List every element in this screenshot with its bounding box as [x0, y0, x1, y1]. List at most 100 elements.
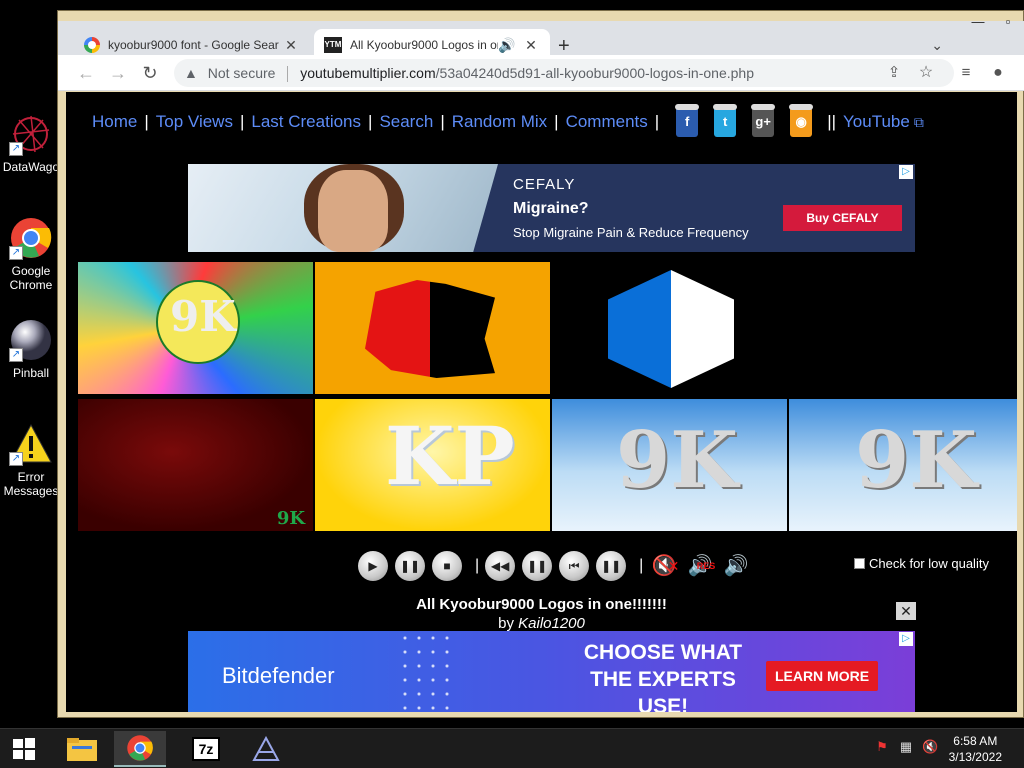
torn-flag-shape — [365, 280, 495, 378]
security-label: Not secure — [207, 65, 276, 81]
stop-button[interactable]: ■ — [432, 551, 462, 581]
nav-comments[interactable]: Comments — [566, 112, 648, 132]
video-thumbnail[interactable] — [552, 262, 787, 394]
volume-icon[interactable]: 🔊 — [721, 551, 751, 581]
nav-random-mix[interactable]: Random Mix — [452, 112, 547, 132]
close-icon[interactable]: ✕ — [282, 37, 300, 54]
previous-button[interactable]: ⏮ — [559, 551, 590, 581]
external-link-icon: ⧉ — [913, 113, 924, 130]
profile-avatar-icon[interactable]: ● — [986, 61, 1010, 85]
ad-headline: Migraine? — [513, 200, 589, 217]
warning-triangle-icon: ▲ — [184, 65, 198, 81]
window-controls: — ▫ — [963, 11, 1023, 33]
url-host: youtubemultiplier.com — [300, 65, 436, 81]
google-plus-icon[interactable]: g+ — [751, 104, 776, 137]
back-icon[interactable]: ← — [74, 61, 98, 85]
thumbnail-caption: 9K — [855, 415, 978, 506]
taskbar-file-explorer[interactable] — [56, 731, 108, 767]
pause-all-button[interactable]: ❚❚ — [522, 551, 553, 581]
hexagon-shape — [608, 270, 734, 388]
thumbnail-caption: 9K — [616, 415, 739, 506]
pause-alt-button[interactable]: ❚❚ — [596, 551, 627, 581]
volume-muted-icon[interactable]: 🔇 — [922, 739, 938, 755]
adchoices-icon[interactable]: ▷ — [899, 632, 913, 646]
video-thumbnail[interactable]: 9K — [552, 399, 787, 531]
clock-date: 3/13/2022 — [948, 750, 1002, 764]
maximize-button[interactable]: ▫ — [993, 11, 1023, 33]
nav-separator: | — [239, 112, 245, 131]
video-thumbnail[interactable]: 9K — [78, 262, 313, 394]
ad-cta-button[interactable]: Buy CEFALY — [783, 205, 902, 231]
checkbox[interactable] — [854, 558, 865, 569]
ad-cta-button[interactable]: LEARN MORE — [766, 661, 878, 691]
taskbar-app[interactable] — [240, 731, 292, 767]
browser-toolbar: ← → ↻ ▲ Not secure youtubemultiplier.com… — [58, 55, 1024, 91]
nav-top-views[interactable]: Top Views — [156, 112, 233, 132]
nav-home[interactable]: Home — [92, 112, 137, 132]
thumbnail-caption: 9K — [276, 508, 305, 529]
facebook-icon[interactable]: f — [675, 104, 700, 137]
tab-title: kyoobur9000 font - Google Sear — [108, 38, 279, 52]
ad-close-button[interactable]: ✕ — [896, 602, 916, 620]
low-quality-checkbox[interactable]: Check for low quality — [854, 556, 989, 571]
ad-banner-cefaly[interactable]: CEFALY Migraine? Stop Migraine Pain & Re… — [188, 164, 915, 252]
pause-button[interactable]: ❚❚ — [395, 551, 425, 581]
url-path: /53a04240d5d91-all-kyoobur9000-logos-in-… — [435, 65, 754, 81]
nav-separator: || — [827, 112, 837, 131]
tab-search-chevron-icon[interactable]: ⌄ — [931, 37, 943, 54]
address-bar[interactable]: ▲ Not secure youtubemultiplier.com/53a04… — [174, 59, 954, 87]
ad-brand: Bitdefender — [222, 663, 335, 688]
play-button[interactable]: ▶ — [358, 551, 388, 581]
nav-youtube[interactable]: YouTube — [843, 112, 910, 132]
chrome-icon: ↗ — [9, 216, 53, 260]
ad-banner-bitdefender[interactable]: Bitdefender CHOOSE WHAT THE EXPERTS USE!… — [188, 631, 915, 712]
forward-icon[interactable]: → — [106, 61, 130, 85]
app-icon — [252, 736, 280, 761]
byline-author[interactable]: Kailo1200 — [518, 615, 585, 632]
bookmark-star-icon[interactable]: ☆ — [914, 61, 938, 85]
desktop-icon-label: Error Messages — [3, 470, 59, 498]
nav-search[interactable]: Search — [379, 112, 433, 132]
nav-separator: | — [144, 112, 149, 131]
close-icon[interactable]: ✕ — [522, 37, 540, 54]
nav-last-creations[interactable]: Last Creations — [251, 112, 361, 132]
minimize-button[interactable]: — — [963, 11, 993, 33]
web-page: Home | Top Views | Last Creations | Search |… — [66, 92, 1017, 712]
start-button[interactable] — [0, 731, 48, 767]
pinball-icon: ↗ — [9, 318, 53, 362]
adchoices-icon[interactable]: ▷ — [899, 165, 913, 179]
video-title: All Kyoobur9000 Logos in one!!!!!!! — [416, 596, 667, 613]
desktop-icon-datawagon[interactable]: ↗ DataWago — [0, 112, 62, 174]
network-icon[interactable]: ▦ — [898, 739, 914, 755]
clock[interactable]: 6:58 AM 3/13/2022 — [949, 733, 1002, 765]
ytm-favicon-icon: YTM — [324, 37, 342, 53]
mute-icon[interactable]: 🔇 ✕ — [649, 551, 679, 581]
taskbar-chrome[interactable] — [114, 731, 166, 767]
twitter-icon[interactable]: t — [713, 104, 738, 137]
flag-icon[interactable]: ⚑ — [874, 739, 890, 755]
desktop-icon-chrome[interactable]: ↗ Google Chrome — [0, 216, 62, 292]
video-thumbnail[interactable]: 9K — [78, 399, 313, 531]
desktop-icon-label: Pinball — [12, 366, 50, 380]
desktop-icon-error-messages[interactable]: ↗ Error Messages — [0, 422, 62, 498]
control-separator: | — [475, 557, 480, 574]
7zip-icon: 7z — [192, 737, 220, 761]
thumbnail-caption: 9K — [170, 292, 236, 341]
taskbar-7zip[interactable]: 7z — [180, 731, 232, 767]
nav-separator: | — [554, 112, 559, 131]
desktop-icon-pinball[interactable]: ↗ Pinball — [0, 318, 62, 380]
video-thumbnail[interactable] — [315, 262, 550, 394]
share-icon[interactable]: ⇪ — [882, 61, 906, 85]
ad-photo-face — [318, 170, 388, 252]
rewind-button[interactable]: ◀◀ — [485, 551, 516, 581]
taskbar: 7z ⚑ ▦ 🔇 6:58 AM 3/13/2022 — [0, 728, 1024, 768]
video-thumbnail[interactable]: KP — [315, 399, 550, 531]
reload-icon[interactable]: ↻ — [138, 61, 162, 85]
speaker-icon[interactable]: 🔊 — [498, 37, 516, 54]
rss-icon[interactable]: ◉ — [789, 104, 814, 137]
byline-prefix: by — [498, 615, 514, 632]
reading-list-icon[interactable]: ≡ — [954, 61, 978, 85]
video-thumbnail[interactable]: 9K — [789, 399, 1017, 531]
volume-reset-icon[interactable]: 🔊 RES — [685, 551, 715, 581]
browser-window: kyoobur9000 font - Google Sear ✕ YTM All… — [57, 10, 1024, 718]
